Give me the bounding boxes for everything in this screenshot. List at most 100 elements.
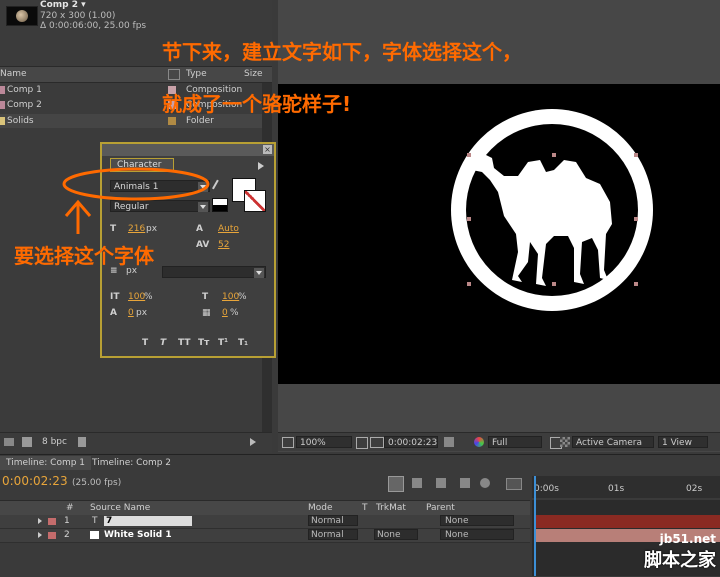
tab-timeline-comp1[interactable]: Timeline: Comp 1	[0, 456, 92, 470]
trash-icon[interactable]	[78, 437, 86, 447]
comp-duration: Δ 0:00:06:00, 25.00 fps	[40, 21, 147, 31]
layer-number: 1	[64, 516, 70, 526]
solid-layer-icon	[90, 531, 99, 539]
label-column-icon[interactable]	[168, 69, 180, 80]
label-swatch[interactable]	[168, 117, 176, 125]
viewer-toolbar: 100% 0:00:02:23 Full Active Camera 1 Vie…	[278, 432, 720, 451]
tsume-value[interactable]: 0	[222, 308, 228, 318]
layer-source-name[interactable]: White Solid 1	[104, 530, 172, 540]
hide-shy-icon[interactable]	[436, 478, 446, 488]
comp-mini-flowchart-icon[interactable]	[388, 476, 404, 492]
column-type[interactable]: Type	[186, 69, 207, 79]
layer-parent-dropdown[interactable]: None	[440, 529, 514, 540]
composition-icon	[0, 86, 5, 94]
snapshot-icon[interactable]	[370, 437, 384, 448]
layer-number: 2	[64, 530, 70, 540]
tab-timeline-comp2[interactable]: Timeline: Comp 2	[86, 456, 177, 470]
annotation-font-hint: 要选择这个字体	[14, 244, 154, 268]
item-name: Solids	[7, 116, 34, 126]
current-time[interactable]: 0:00:02:23	[384, 436, 438, 448]
layer-row[interactable]: 2 White Solid 1 Normal None None	[0, 529, 530, 543]
composition-icon	[0, 101, 5, 109]
layer-duration-bar[interactable]	[536, 515, 720, 528]
baseline-shift-value[interactable]: 0	[128, 308, 134, 318]
faux-bold-icon[interactable]: T	[142, 338, 148, 348]
leading-value[interactable]: Auto	[218, 224, 239, 234]
column-t[interactable]: T	[362, 503, 368, 513]
new-comp-icon[interactable]	[22, 437, 32, 447]
comp-name[interactable]: Comp 2 ▾	[40, 0, 86, 10]
tracking-icon: AV	[196, 240, 210, 250]
horizontal-scale-value[interactable]: 100	[222, 292, 239, 302]
ruler-tick-label: 01s	[608, 484, 625, 494]
layer-mode-dropdown[interactable]: Normal	[308, 529, 358, 540]
frame-blend-icon[interactable]	[460, 478, 470, 488]
label-swatch[interactable]	[48, 532, 56, 539]
scroll-right-icon[interactable]	[250, 438, 256, 446]
chevron-down-icon	[254, 268, 264, 278]
zoom-dropdown[interactable]: 100%	[296, 436, 352, 448]
ruler-tick-label: 02s	[686, 484, 703, 494]
timeline-fps: (25.00 fps)	[72, 478, 122, 488]
layer-parent-dropdown[interactable]: None	[440, 515, 514, 526]
column-mode[interactable]: Mode	[308, 503, 333, 513]
folder-icon[interactable]	[4, 438, 14, 446]
resolution-dropdown[interactable]: Full	[488, 436, 542, 448]
graph-editor-icon[interactable]	[506, 478, 522, 490]
layer-column-header: # Source Name Mode T TrkMat Parent	[0, 500, 530, 515]
camera-icon[interactable]	[444, 437, 454, 447]
ruler-tick-label: 0:00s	[534, 484, 559, 494]
label-swatch[interactable]	[48, 518, 56, 525]
horizontal-scale-icon: T	[202, 292, 209, 302]
panel-menu-icon[interactable]	[258, 162, 264, 170]
layer-mode-dropdown[interactable]: Normal	[308, 515, 358, 526]
column-size[interactable]: Size	[244, 69, 262, 79]
subscript-icon[interactable]: T₁	[238, 338, 248, 348]
stroke-color-swatch[interactable]	[244, 190, 266, 212]
view-layout-dropdown[interactable]: 1 View	[658, 436, 708, 448]
composition-canvas[interactable]	[278, 84, 720, 384]
vertical-scale-unit: %	[144, 292, 153, 302]
small-caps-icon[interactable]: Tт	[198, 338, 209, 348]
watermark-name: 脚本之家	[644, 550, 716, 571]
column-trkmat[interactable]: TrkMat	[376, 503, 406, 513]
timeline-current-time[interactable]: 0:00:02:23	[2, 474, 68, 488]
item-type: Folder	[186, 116, 214, 126]
column-source-name[interactable]: Source Name	[90, 503, 150, 513]
faux-italic-icon[interactable]: T	[160, 338, 166, 348]
transparency-grid-icon[interactable]	[560, 437, 570, 447]
annotation-arrow	[62, 167, 210, 234]
camera-view-dropdown[interactable]: Active Camera	[572, 436, 654, 448]
expand-icon[interactable]	[38, 518, 42, 524]
watermark: jb51.net 脚本之家	[644, 532, 716, 572]
layer-source-name[interactable]: 7	[104, 516, 192, 526]
close-icon[interactable]: ×	[263, 145, 272, 154]
column-number: #	[66, 503, 74, 513]
column-parent[interactable]: Parent	[426, 503, 455, 513]
all-caps-icon[interactable]: TT	[178, 338, 191, 348]
horizontal-scale-unit: %	[238, 292, 247, 302]
monitor-icon[interactable]	[282, 437, 294, 448]
current-time-indicator[interactable]	[534, 476, 536, 576]
time-ruler[interactable]: 0:00s 01s 02s	[532, 476, 720, 498]
comp-thumbnail	[6, 6, 38, 26]
expand-icon[interactable]	[38, 532, 42, 538]
vertical-scale-value[interactable]: 100	[128, 292, 145, 302]
layer-row[interactable]: 1 T 7 Normal None	[0, 515, 530, 529]
baseline-shift-icon: A	[110, 308, 117, 318]
baseline-shift-unit: px	[136, 308, 148, 318]
motion-blur-icon[interactable]	[480, 478, 490, 488]
bpc-indicator[interactable]: 8 bpc	[42, 437, 67, 447]
camel-logo	[451, 109, 653, 311]
tracking-value[interactable]: 52	[218, 240, 229, 250]
layer-trkmat-dropdown[interactable]: None	[374, 529, 418, 540]
item-name: Comp 2	[7, 100, 42, 110]
column-name[interactable]: Name	[0, 69, 27, 79]
channel-icon[interactable]	[474, 437, 484, 447]
stroke-style-dropdown[interactable]	[162, 266, 266, 278]
safe-zones-icon[interactable]	[356, 437, 368, 449]
project-column-header: Name Type Size	[0, 66, 272, 83]
comp-size: 720 x 300 (1.00)	[40, 11, 116, 21]
draft-3d-icon[interactable]	[412, 478, 422, 488]
superscript-icon[interactable]: T¹	[218, 338, 228, 348]
